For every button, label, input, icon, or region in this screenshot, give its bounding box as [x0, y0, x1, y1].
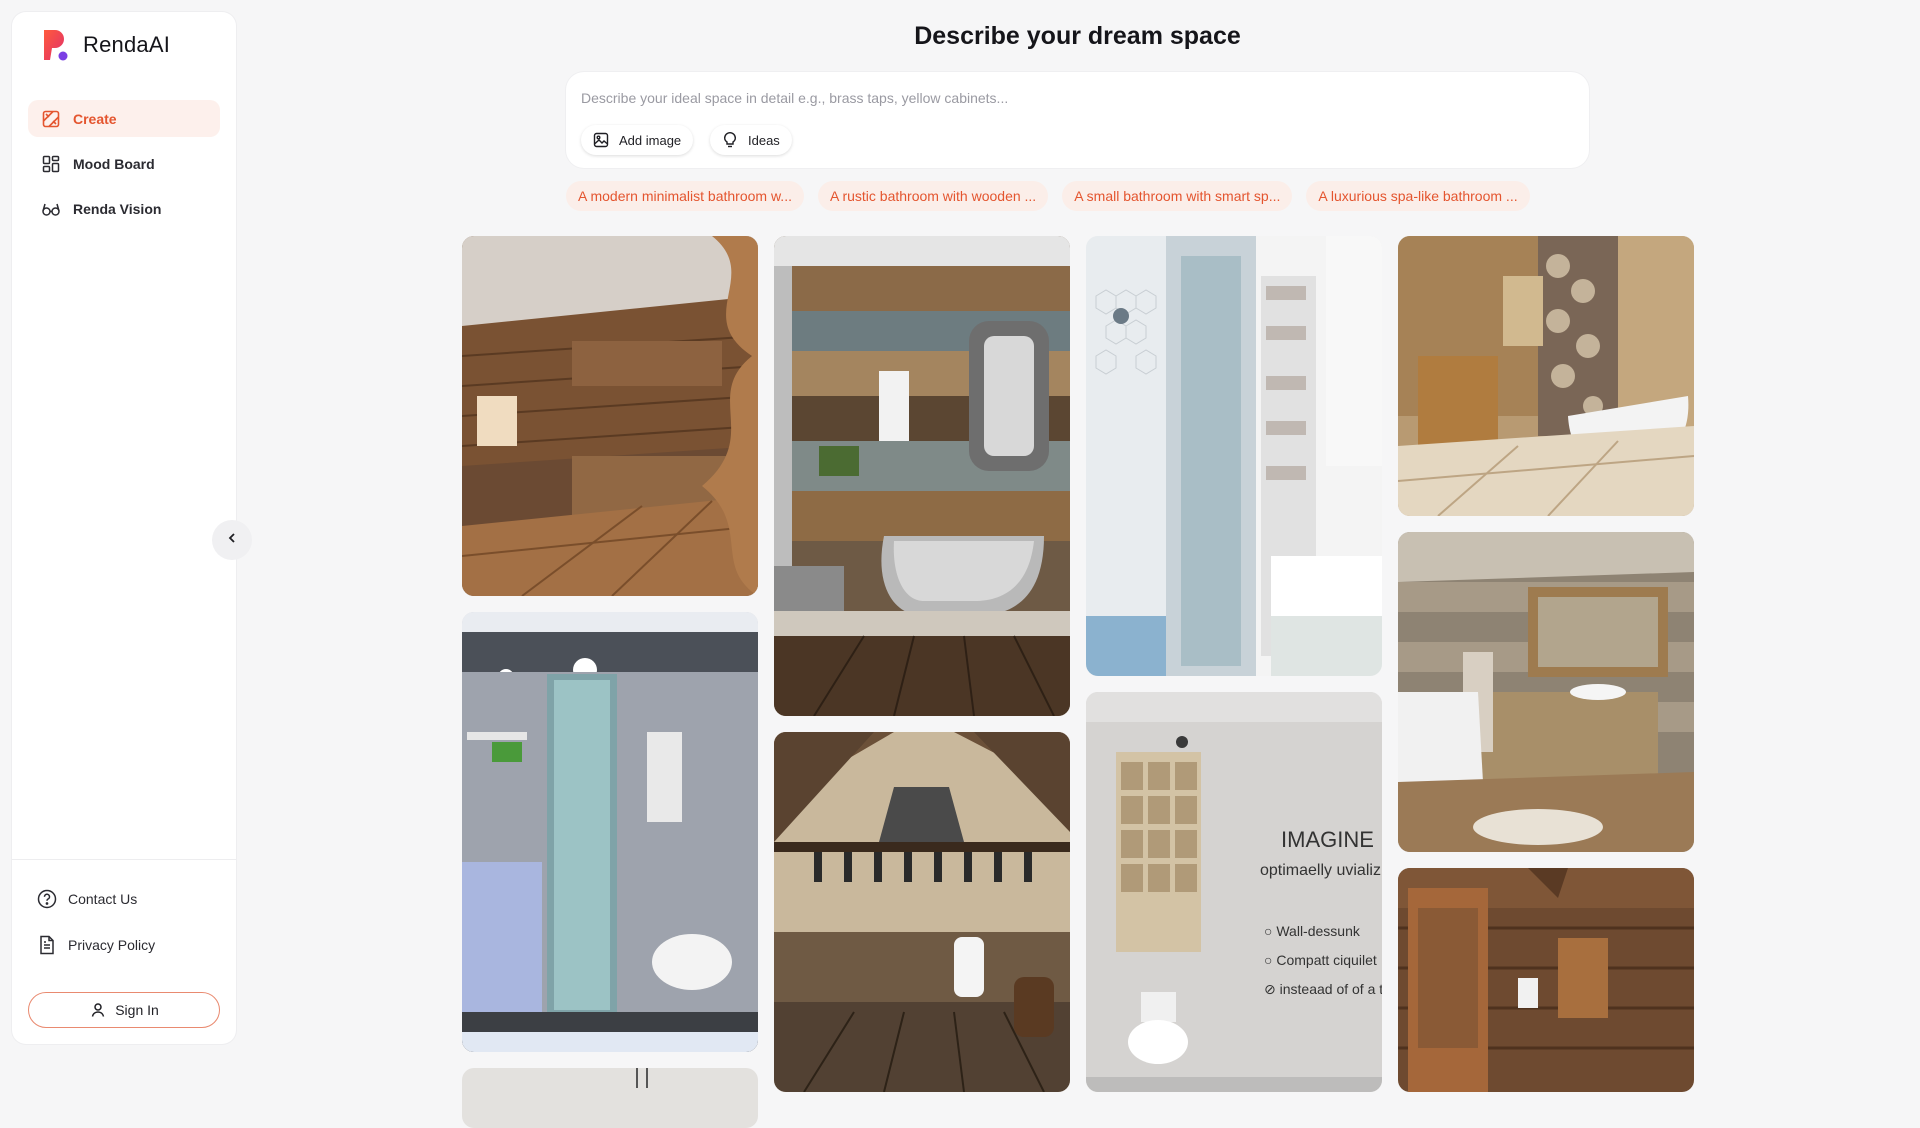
gallery-image-partial[interactable] — [462, 1068, 758, 1128]
privacy-policy-label: Privacy Policy — [68, 937, 156, 953]
suggestion-chip[interactable]: A rustic bathroom with wooden ... — [817, 181, 1049, 211]
user-icon — [89, 1001, 107, 1019]
gallery-image-reclaimed-wood-vanity[interactable] — [1398, 532, 1694, 852]
poster-bullets: ○ Wall-dessunk ○ Compatt ciquilet ⊘ inst… — [1264, 917, 1382, 1004]
contact-us-link[interactable]: Contact Us — [36, 882, 155, 916]
privacy-policy-link[interactable]: Privacy Policy — [36, 928, 155, 962]
sidebar-item-label: Renda Vision — [73, 200, 162, 217]
document-icon — [36, 934, 58, 956]
suggestion-chips: A modern minimalist bathroom w... A rust… — [566, 181, 1544, 211]
chevron-left-icon — [225, 531, 239, 550]
gallery-image-rustic-clawfoot-tub[interactable] — [774, 236, 1070, 716]
sign-in-button[interactable]: Sign In — [28, 992, 220, 1028]
add-image-label: Add image — [619, 132, 682, 148]
poster-heading: IMAGINE — [1281, 827, 1374, 852]
renda-logo-icon — [41, 28, 71, 62]
sidebar-item-renda-vision[interactable]: Renda Vision — [28, 190, 220, 227]
add-image-button[interactable]: Add image — [581, 125, 694, 155]
lightbulb-icon — [722, 132, 738, 148]
brand-name: Renda — [83, 32, 149, 57]
grid-icon — [41, 154, 61, 174]
sign-in-label: Sign In — [115, 1002, 159, 1018]
sidebar-item-label: Create — [73, 110, 117, 127]
brand-logo[interactable]: RendaAI — [41, 28, 170, 62]
sidebar-item-label: Mood Board — [73, 155, 155, 172]
poster-bullet: insteaad of of a tub. — [1279, 981, 1382, 997]
sidebar-footer: Contact Us Privacy Policy — [36, 882, 155, 974]
suggestion-chip[interactable]: A luxurious spa-like bathroom ... — [1306, 181, 1530, 211]
gallery-image-small-smart-bathroom[interactable] — [1086, 236, 1382, 676]
sidebar: RendaAI Create Mood Board Renda Vision C… — [12, 12, 236, 1044]
poster-bullet: Compatt ciquilet — [1276, 952, 1377, 968]
suggestion-chip[interactable]: A modern minimalist bathroom w... — [566, 181, 804, 211]
ideas-button[interactable]: Ideas — [710, 125, 792, 155]
ideas-label: Ideas — [748, 132, 780, 148]
gallery-image-stone-wall-bathroom[interactable] — [1398, 236, 1694, 516]
gallery-image-rustic-kitchen[interactable] — [462, 236, 758, 596]
prompt-box: Add image Ideas — [566, 72, 1589, 168]
help-circle-icon — [36, 888, 58, 910]
brand-suffix: AI — [148, 32, 171, 57]
gallery-image-rustic-attic-bathroom[interactable] — [774, 732, 1070, 1092]
sidebar-item-create[interactable]: Create — [28, 100, 220, 137]
sidebar-divider — [12, 859, 236, 860]
page-title: Describe your dream space — [914, 22, 1241, 50]
sidebar-item-mood-board[interactable]: Mood Board — [28, 145, 220, 182]
sidebar-nav: Create Mood Board Renda Vision — [28, 100, 220, 235]
suggestion-chip[interactable]: A small bathroom with smart sp... — [1062, 181, 1293, 211]
contact-us-label: Contact Us — [68, 891, 138, 907]
gallery-image-wooden-cabinet-bathroom[interactable] — [1398, 868, 1694, 1092]
gallery-image-modern-bathroom[interactable] — [462, 612, 758, 1052]
prompt-input[interactable] — [581, 86, 1561, 110]
poster-subheading: optimaelly uvializ — [1260, 862, 1381, 879]
gallery-image-imagine-poster[interactable]: IMAGINE optimaelly uvializ ○ Wall-dessun… — [1086, 692, 1382, 1092]
collapse-sidebar-button[interactable] — [212, 520, 252, 560]
image-icon — [593, 132, 609, 148]
poster-bullet: Wall-dessunk — [1276, 923, 1360, 939]
glasses-icon — [41, 199, 61, 219]
create-icon — [41, 109, 61, 129]
